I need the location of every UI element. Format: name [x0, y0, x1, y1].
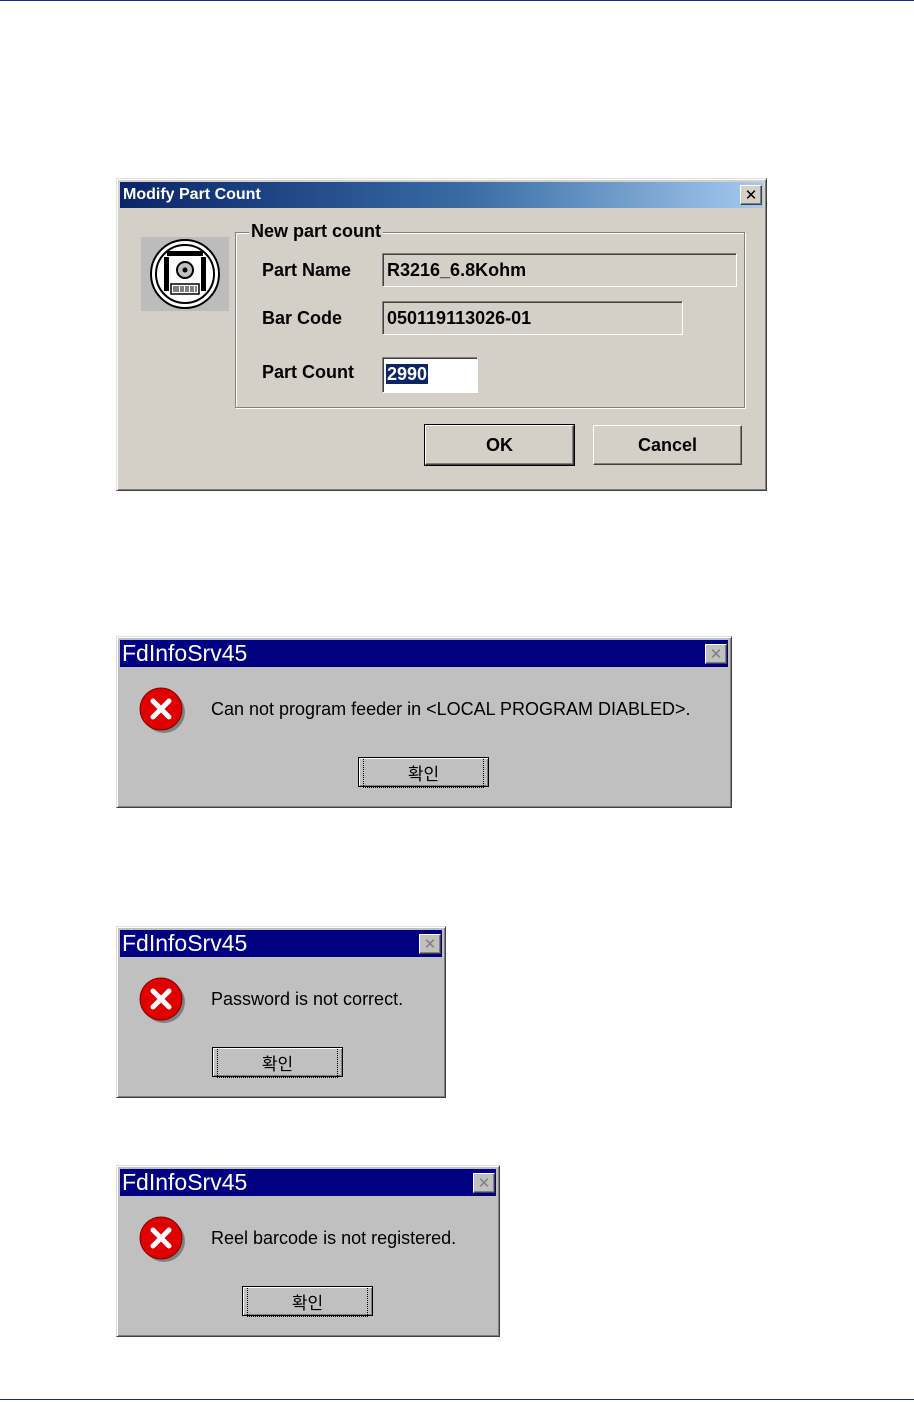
close-icon: ✕ — [477, 1173, 491, 1192]
message-text: Reel barcode is not registered. — [211, 1228, 457, 1248]
close-icon: ✕ — [709, 644, 723, 663]
confirm-button[interactable]: 확인 — [242, 1285, 373, 1317]
message-titlebar[interactable]: FdInfoSrv45 — [120, 640, 728, 667]
part-count-label: Part Count — [262, 362, 354, 382]
confirm-button-label: 확인 — [216, 1046, 339, 1078]
message-box-password-incorrect: FdInfoSrv45 ✕ Password is not correct. 확… — [116, 926, 446, 1098]
part-count-value: 2990 — [386, 364, 429, 384]
close-button[interactable]: ✕ — [473, 1173, 495, 1193]
bar-code-field: 050119113026-01 — [382, 301, 683, 335]
message-title: FdInfoSrv45 — [122, 1169, 248, 1195]
message-title: FdInfoSrv45 — [122, 640, 248, 666]
message-title: FdInfoSrv45 — [122, 930, 248, 956]
part-count-input[interactable]: 2990 — [382, 357, 478, 393]
confirm-button-label: 확인 — [246, 1285, 369, 1317]
group-title: New part count — [249, 221, 384, 242]
message-titlebar[interactable]: FdInfoSrv45 — [120, 930, 442, 957]
confirm-button-label: 확인 — [362, 756, 485, 788]
page-bottom-rule — [0, 1399, 914, 1400]
part-name-field: R3216_6.8Kohm — [382, 253, 737, 287]
part-name-label: Part Name — [262, 260, 352, 280]
confirm-button[interactable]: 확인 — [212, 1046, 343, 1078]
reel-icon — [141, 237, 229, 311]
close-button[interactable]: ✕ — [705, 644, 727, 664]
close-icon: ✕ — [744, 185, 758, 204]
bar-code-label: Bar Code — [262, 308, 343, 328]
message-titlebar[interactable]: FdInfoSrv45 — [120, 1169, 496, 1196]
close-icon: ✕ — [423, 934, 437, 953]
page-top-rule — [0, 0, 914, 1]
close-button[interactable]: ✕ — [740, 185, 762, 205]
dialog-title: Modify Part Count — [123, 186, 261, 203]
error-icon — [139, 687, 185, 733]
message-box-barcode-not-registered: FdInfoSrv45 ✕ Reel barcode is not regist… — [116, 1165, 500, 1337]
message-box-local-program-disabled: FdInfoSrv45 ✕ Can not program feeder in … — [116, 636, 732, 808]
cancel-button[interactable]: Cancel — [593, 425, 742, 465]
error-icon — [139, 977, 185, 1023]
modify-part-count-dialog: Modify Part Count ✕ New part count Part … — [116, 178, 767, 491]
ok-button[interactable]: OK — [424, 424, 575, 466]
close-button[interactable]: ✕ — [419, 934, 441, 954]
message-text: Can not program feeder in <LOCAL PROGRAM… — [211, 699, 691, 719]
message-text: Password is not correct. — [211, 989, 404, 1009]
error-icon — [139, 1216, 185, 1262]
confirm-button[interactable]: 확인 — [358, 756, 489, 788]
dialog-titlebar[interactable]: Modify Part Count — [120, 182, 763, 208]
